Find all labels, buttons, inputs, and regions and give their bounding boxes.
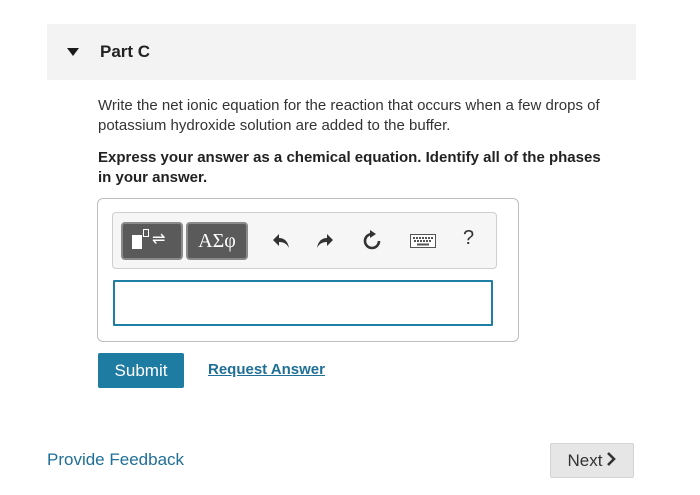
- undo-icon[interactable]: [269, 229, 293, 253]
- submit-button[interactable]: Submit: [98, 353, 184, 388]
- redo-icon[interactable]: [313, 229, 337, 253]
- keyboard-icon[interactable]: [409, 229, 437, 253]
- answer-instructions: Express your answer as a chemical equati…: [98, 149, 601, 186]
- part-title: Part C: [100, 42, 151, 61]
- collapse-caret-icon[interactable]: [67, 48, 79, 56]
- equation-toolbar: ⇌ ΑΣφ ?: [112, 212, 497, 269]
- greek-symbols-button[interactable]: ΑΣφ: [186, 222, 248, 260]
- part-header[interactable]: Part C: [47, 24, 636, 80]
- request-answer-link[interactable]: Request Answer: [208, 361, 325, 378]
- question-text: Write the net ionic equation for the rea…: [98, 97, 600, 134]
- reset-icon[interactable]: [360, 229, 384, 253]
- next-label: Next: [567, 450, 603, 470]
- provide-feedback-link[interactable]: Provide Feedback: [47, 450, 184, 470]
- template-button[interactable]: ⇌: [121, 222, 183, 260]
- next-button[interactable]: Next: [550, 443, 634, 478]
- answer-panel: ⇌ ΑΣφ ?: [97, 198, 519, 342]
- chevron-right-icon: [606, 451, 617, 471]
- help-button[interactable]: ?: [463, 227, 474, 250]
- answer-input[interactable]: [113, 280, 493, 326]
